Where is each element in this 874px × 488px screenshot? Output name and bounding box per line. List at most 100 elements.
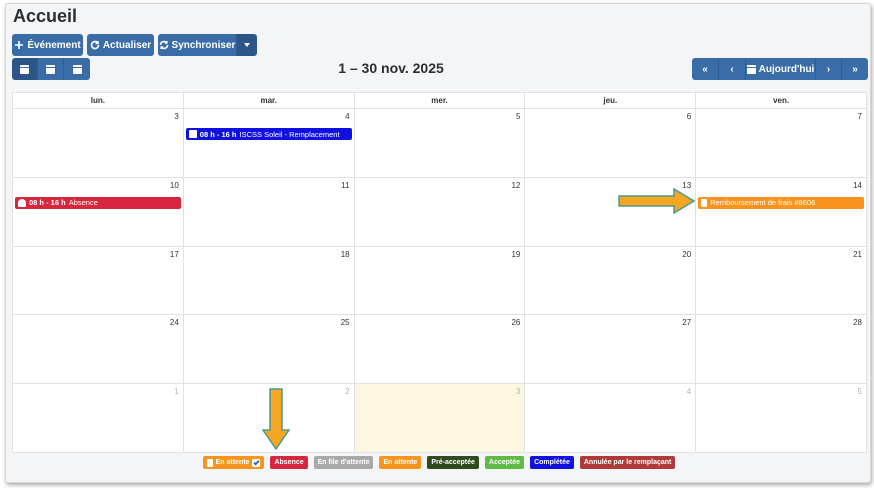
legend-pre-accepted: Pré-acceptée [427, 456, 479, 469]
month-view-button[interactable] [12, 58, 38, 80]
today-label: Aujourd'hui [758, 63, 815, 75]
date-navigation: « ‹ Aujourd'hui › » [692, 58, 868, 80]
legend-label: En file d'attente [317, 459, 370, 466]
legend-label: Pré-acceptée [431, 459, 475, 466]
app-window: Accueil Événement Actualiser Synchronise… [5, 3, 871, 483]
day-number: 14 [853, 180, 862, 190]
day-cell[interactable]: 1 [13, 384, 184, 453]
legend-label: Absence [274, 459, 304, 466]
day-number: 5 [857, 387, 862, 397]
week-row: 17 18 19 20 21 [13, 246, 867, 316]
event-replacement[interactable]: 08 h - 16 h ISCSS Soleil - Remplacement [185, 128, 352, 140]
day-cell[interactable]: 10 08 h - 16 h Absence [13, 177, 184, 247]
day-cell[interactable]: 11 [183, 177, 355, 247]
day-number: 7 [857, 112, 862, 121]
day-cell[interactable]: 14 Remboursement de frais #8606 [696, 177, 867, 247]
day-cell[interactable]: 20 [525, 246, 697, 316]
event-expense-reimbursement[interactable]: Remboursement de frais #8606 [698, 196, 864, 209]
day-cell[interactable]: 12 [354, 177, 526, 247]
day-cell[interactable]: 19 [354, 246, 526, 316]
day-cell[interactable]: 28 [696, 315, 867, 385]
day-cell[interactable]: 26 [354, 315, 526, 385]
day-number: 5 [515, 112, 521, 121]
day-cell[interactable]: 24 [13, 315, 184, 385]
refresh-button[interactable]: Actualiser [87, 34, 154, 56]
day-view-button[interactable] [64, 58, 90, 80]
document-icon [206, 458, 213, 467]
legend-cancelled-by-replacement: Annulée par le remplaçant [579, 456, 676, 469]
day-cell[interactable]: 4 08 h - 16 h ISCSS Soleil - Remplacemen… [183, 109, 355, 178]
annotation-arrow-down-icon [262, 388, 290, 450]
sync-dropdown-toggle[interactable] [237, 34, 257, 56]
prev-month-button[interactable]: ‹ [719, 58, 746, 80]
day-cell[interactable]: 3 [13, 109, 184, 178]
day-number: 20 [682, 249, 692, 259]
event-time: 08 h - 16 h [199, 129, 237, 139]
next-month-button[interactable]: › [816, 58, 842, 80]
plus-icon [15, 41, 24, 49]
day-cell[interactable]: 25 [183, 315, 355, 385]
person-icon [18, 198, 26, 207]
week-row: 24 25 26 27 28 [13, 315, 867, 385]
status-legend: En attente Absence En file d'attente En … [6, 456, 872, 469]
calendar-icon [746, 64, 756, 74]
event-title: ISCSS Soleil - Remplacement [239, 129, 340, 139]
sync-label: Synchroniser [171, 39, 236, 51]
today-cell[interactable]: 3 [354, 384, 526, 453]
day-number: 10 [169, 180, 179, 190]
calendar-day-icon [72, 64, 82, 74]
today-button[interactable]: Aujourd'hui [746, 58, 816, 80]
day-number: 3 [174, 112, 179, 121]
annotation-arrow-right-icon [618, 188, 696, 214]
day-number: 28 [853, 318, 862, 328]
new-event-label: Événement [27, 39, 81, 51]
refresh-label: Actualiser [102, 39, 152, 51]
day-cell[interactable]: 7 [696, 109, 867, 178]
weekday-header: mar. [183, 93, 355, 109]
calendar-month-icon [20, 64, 29, 74]
chat-icon [188, 130, 197, 138]
day-number: 1 [174, 387, 179, 397]
prev-year-button[interactable]: « [692, 58, 719, 80]
event-title: Remboursement de frais #8606 [710, 198, 816, 208]
day-cell[interactable]: 4 [525, 384, 697, 453]
weekday-header: mer. [354, 93, 526, 109]
event-title: Absence [68, 198, 98, 208]
day-cell[interactable]: 27 [525, 315, 697, 385]
day-number: 25 [340, 318, 350, 328]
legend-absence: Absence [270, 456, 308, 469]
legend-pending-filter[interactable]: En attente [202, 456, 265, 469]
sync-button[interactable]: Synchroniser [158, 34, 237, 56]
week-row: 10 08 h - 16 h Absence 11 12 13 14 Rembo… [13, 177, 867, 247]
legend-label: Annulée par le remplaçant [583, 459, 672, 466]
day-cell[interactable]: 21 [696, 246, 867, 316]
weekday-header: jeu. [525, 93, 697, 109]
day-cell[interactable]: 17 [13, 246, 184, 316]
legend-label: En attente [383, 459, 418, 466]
day-cell[interactable]: 5 [354, 109, 526, 178]
legend-label: Complétée [534, 459, 570, 466]
date-range-title: 1 – 30 nov. 2025 [338, 60, 444, 76]
page-title: Accueil [13, 6, 78, 26]
day-number: 19 [511, 249, 521, 259]
week-view-button[interactable] [38, 58, 64, 80]
sync-icon [159, 40, 168, 50]
day-number: 17 [169, 249, 179, 259]
day-cell[interactable]: 5 [696, 384, 867, 453]
event-time: 08 h - 16 h [29, 198, 66, 208]
legend-label: Acceptée [488, 459, 521, 466]
legend-label: En attente [215, 459, 250, 466]
day-number: 21 [853, 249, 862, 259]
day-number: 18 [340, 249, 350, 259]
week-row: 3 4 08 h - 16 h ISCSS Soleil - Remplacem… [13, 109, 867, 178]
checkbox-checked-icon[interactable] [252, 458, 261, 467]
next-year-button[interactable]: » [842, 58, 868, 80]
day-cell[interactable]: 6 [525, 109, 697, 178]
new-event-button[interactable]: Événement [12, 34, 83, 56]
chevron-left-icon: ‹ [730, 63, 734, 75]
event-absence[interactable]: 08 h - 16 h Absence [15, 196, 181, 209]
day-number: 6 [686, 112, 692, 121]
chevron-right-icon: › [826, 63, 831, 75]
day-cell[interactable]: 18 [183, 246, 355, 316]
day-number: 12 [511, 180, 521, 190]
